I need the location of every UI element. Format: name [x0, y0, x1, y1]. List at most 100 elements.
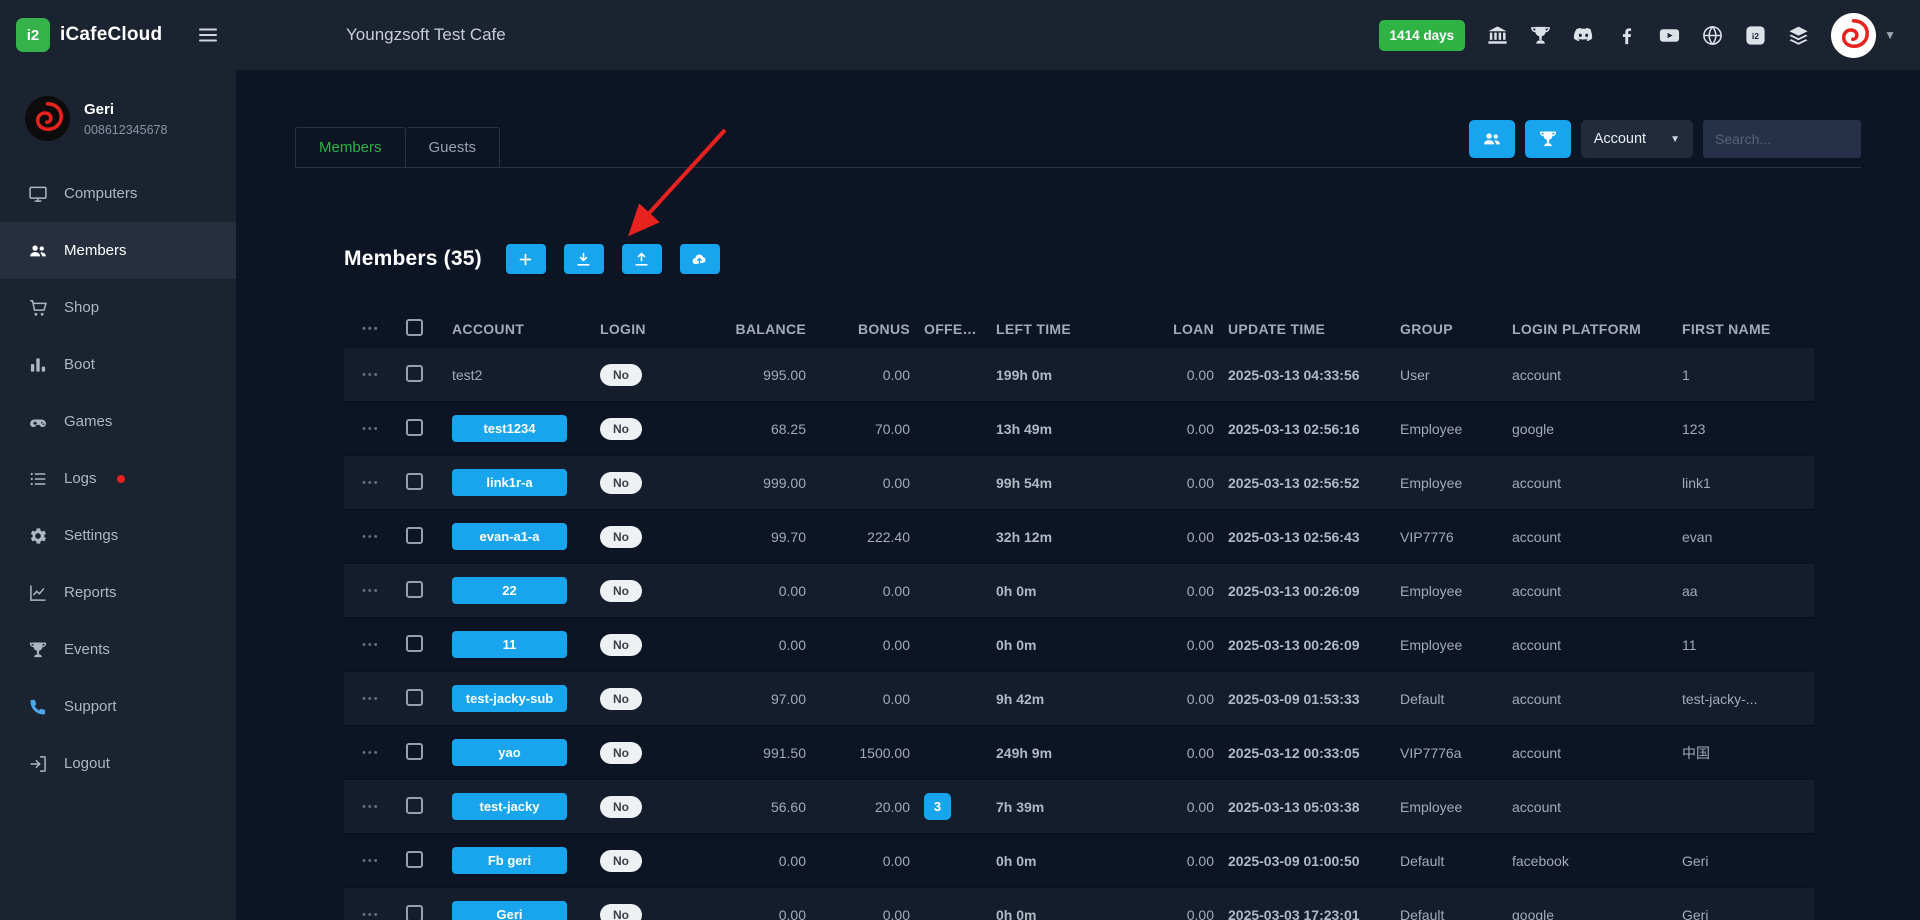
platform-cell: account — [1512, 367, 1682, 383]
row-checkbox[interactable] — [406, 851, 423, 868]
select-all-checkbox[interactable] — [406, 319, 423, 336]
sidebar-item-members[interactable]: Members — [0, 222, 236, 279]
column-header-left_time[interactable]: LEFT TIME — [996, 321, 1154, 337]
row-checkbox[interactable] — [406, 635, 423, 652]
balance-cell: 0.00 — [712, 637, 820, 653]
row-checkbox[interactable] — [406, 689, 423, 706]
row-checkbox-cell — [406, 797, 452, 817]
sidebar-item-support[interactable]: Support — [0, 678, 236, 735]
trophy-icon[interactable] — [1528, 23, 1552, 47]
column-header-first_name[interactable]: FIRST NAME — [1682, 321, 1814, 337]
row-menu-icon[interactable]: ••• — [344, 369, 406, 381]
layers-icon[interactable] — [1786, 23, 1810, 47]
icafepay-icon[interactable]: i2 — [1743, 23, 1767, 47]
row-menu-icon[interactable]: ••• — [344, 909, 406, 920]
account-button[interactable]: test-jacky-sub — [452, 685, 567, 712]
tab-guests[interactable]: Guests — [406, 127, 501, 167]
bonus-cell: 0.00 — [820, 853, 924, 869]
account-button[interactable]: test-jacky — [452, 793, 567, 820]
gear-icon — [28, 526, 48, 546]
facebook-icon[interactable] — [1614, 23, 1638, 47]
row-menu-icon[interactable]: ••• — [344, 477, 406, 489]
row-checkbox[interactable] — [406, 527, 423, 544]
row-menu-icon[interactable]: ••• — [344, 531, 406, 543]
account-cell: yao — [452, 739, 600, 766]
row-checkbox[interactable] — [406, 419, 423, 436]
search-field-dropdown[interactable]: Account ▼ — [1581, 120, 1693, 158]
column-header-balance[interactable]: BALANCE — [712, 321, 820, 337]
row-checkbox[interactable] — [406, 473, 423, 490]
row-menu-icon[interactable]: ••• — [344, 747, 406, 759]
column-header-platform[interactable]: LOGIN PLATFORM — [1512, 321, 1682, 337]
user-avatar — [24, 95, 71, 142]
sidebar-item-games[interactable]: Games — [0, 393, 236, 450]
column-header-login[interactable]: LOGIN — [600, 321, 712, 337]
account-button[interactable]: 22 — [452, 577, 567, 604]
login-badge: No — [600, 796, 642, 818]
sidebar: Geri 008612345678 ComputersMembersShopBo… — [0, 70, 236, 920]
plus-button[interactable] — [506, 244, 546, 274]
offers-badge[interactable]: 3 — [924, 793, 951, 820]
row-menu-icon[interactable]: ••• — [344, 693, 406, 705]
cloud-upload-button[interactable] — [680, 244, 720, 274]
row-menu-icon[interactable]: ••• — [344, 639, 406, 651]
sidebar-item-boot[interactable]: Boot — [0, 336, 236, 393]
members-filter-button[interactable] — [1469, 120, 1515, 158]
account-button[interactable]: link1r-a — [452, 469, 567, 496]
gamepad-icon — [28, 412, 48, 432]
user-phone: 008612345678 — [84, 123, 167, 137]
bonus-cell: 0.00 — [820, 637, 924, 653]
row-menu-icon[interactable]: ••• — [344, 801, 406, 813]
account-button[interactable]: Fb geri — [452, 847, 567, 874]
first_name-cell: test-jacky-... — [1682, 691, 1814, 707]
sidebar-item-computers[interactable]: Computers — [0, 165, 236, 222]
globe-icon[interactable] — [1700, 23, 1724, 47]
account-button[interactable]: Geri — [452, 901, 567, 920]
table-row: •••22No0.000.000h 0m0.002025-03-13 00:26… — [344, 564, 1814, 618]
sidebar-item-reports[interactable]: Reports — [0, 564, 236, 621]
account-button[interactable]: evan-a1-a — [452, 523, 567, 550]
column-header-offers[interactable]: OFFERS — [924, 321, 996, 337]
upload-button[interactable] — [622, 244, 662, 274]
hamburger-menu-icon[interactable] — [196, 23, 220, 47]
platform-cell: account — [1512, 637, 1682, 653]
account-button[interactable]: yao — [452, 739, 567, 766]
table-row: •••11No0.000.000h 0m0.002025-03-13 00:26… — [344, 618, 1814, 672]
row-checkbox[interactable] — [406, 905, 423, 920]
users-icon — [1482, 129, 1502, 149]
column-header-loan[interactable]: LOAN — [1154, 321, 1228, 337]
row-checkbox[interactable] — [406, 797, 423, 814]
sidebar-item-events[interactable]: Events — [0, 621, 236, 678]
download-button[interactable] — [564, 244, 604, 274]
row-checkbox[interactable] — [406, 743, 423, 760]
balance-cell: 97.00 — [712, 691, 820, 707]
sidebar-item-logs[interactable]: Logs — [0, 450, 236, 507]
bank-icon[interactable] — [1485, 23, 1509, 47]
tab-members[interactable]: Members — [295, 127, 406, 167]
chevron-down-icon: ▼ — [1670, 134, 1680, 145]
sidebar-item-settings[interactable]: Settings — [0, 507, 236, 564]
discord-icon[interactable] — [1571, 23, 1595, 47]
left_time-cell: 9h 42m — [996, 691, 1154, 707]
column-header-account[interactable]: ACCOUNT — [452, 321, 600, 337]
row-menu-icon[interactable]: ••• — [344, 855, 406, 867]
row-checkbox[interactable] — [406, 365, 423, 382]
account-button[interactable]: 11 — [452, 631, 567, 658]
account-button[interactable]: test1234 — [452, 415, 567, 442]
header-menu-icon[interactable]: ••• — [344, 323, 406, 335]
column-header-group[interactable]: GROUP — [1400, 321, 1512, 337]
sidebar-item-shop[interactable]: Shop — [0, 279, 236, 336]
row-menu-icon[interactable]: ••• — [344, 585, 406, 597]
sidebar-user-block[interactable]: Geri 008612345678 — [0, 70, 236, 165]
column-header-bonus[interactable]: BONUS — [820, 321, 924, 337]
search-input[interactable] — [1703, 120, 1861, 158]
row-checkbox[interactable] — [406, 581, 423, 598]
row-menu-icon[interactable]: ••• — [344, 423, 406, 435]
first_name-cell: aa — [1682, 583, 1814, 599]
youtube-icon[interactable] — [1657, 23, 1681, 47]
rank-filter-button[interactable] — [1525, 120, 1571, 158]
loan-cell: 0.00 — [1154, 367, 1228, 383]
sidebar-item-logout[interactable]: Logout — [0, 735, 236, 792]
account-menu-button[interactable]: ▼ — [1830, 12, 1896, 59]
column-header-update_time[interactable]: UPDATE TIME — [1228, 321, 1400, 337]
